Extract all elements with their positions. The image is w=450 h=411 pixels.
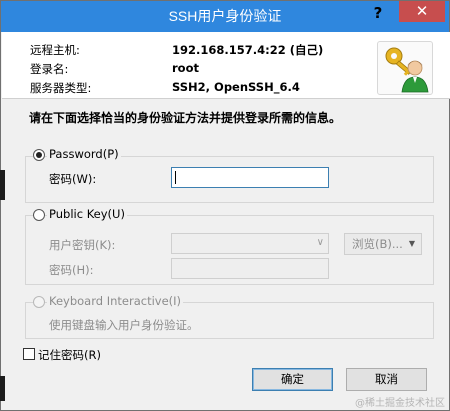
watermark: @稀土掘金技术社区 xyxy=(355,398,445,409)
keyboard-interactive-description: 使用键盘输入用户身份验证。 xyxy=(49,318,199,332)
login-name-value: root xyxy=(172,61,199,75)
password-input[interactable] xyxy=(171,167,329,188)
title-bar[interactable]: SSH用户身份验证 ? ✕ xyxy=(1,1,449,32)
dropdown-triangle-icon: ▼ xyxy=(408,239,415,248)
ssh-auth-dialog: SSH用户身份验证 ? ✕ 远程主机: 192.168.157.4:22 (自己… xyxy=(0,0,450,411)
remember-password-checkbox[interactable] xyxy=(23,348,35,360)
passphrase-label: 密码(H): xyxy=(49,263,94,277)
password-radio[interactable] xyxy=(33,149,45,161)
remote-host-value: 192.168.157.4:22 (自己) xyxy=(172,43,324,57)
chevron-down-icon: ∨ xyxy=(316,237,324,248)
keyboard-interactive-label: Keyboard Interactive(I) xyxy=(47,294,184,308)
user-key-label: 用户密钥(K): xyxy=(49,238,116,252)
public-key-radio-label: Public Key(U) xyxy=(47,207,127,221)
close-button[interactable]: ✕ xyxy=(399,1,445,22)
ok-button[interactable]: 确定 xyxy=(252,368,333,391)
user-key-select[interactable]: ∨ xyxy=(171,233,329,254)
password-field-label: 密码(W): xyxy=(49,172,97,186)
instruction-text: 请在下面选择恰当的身份验证方法并提供登录所需的信息。 xyxy=(29,111,342,125)
remember-password-label: 记住密码(R) xyxy=(38,348,101,362)
keyboard-interactive-radio[interactable] xyxy=(33,296,45,308)
browse-button-label: 浏览(B)... xyxy=(352,237,403,251)
text-caret xyxy=(175,171,176,184)
help-button[interactable]: ? xyxy=(363,1,393,23)
key-user-icon xyxy=(377,41,433,95)
background-window-edge xyxy=(0,170,5,200)
server-type-label: 服务器类型: xyxy=(30,81,92,95)
server-type-value: SSH2, OpenSSH_6.4 xyxy=(172,80,300,94)
public-key-radio[interactable] xyxy=(33,209,45,221)
passphrase-input[interactable] xyxy=(171,258,329,279)
password-radio-label: Password(P) xyxy=(47,147,121,161)
connection-info-panel: 远程主机: 192.168.157.4:22 (自己) 登录名: root 服务… xyxy=(2,32,450,99)
login-name-label: 登录名: xyxy=(30,62,69,76)
remote-host-label: 远程主机: xyxy=(30,43,80,57)
background-window-edge-lower xyxy=(0,376,5,401)
browse-button[interactable]: 浏览(B)... ▼ xyxy=(344,233,422,255)
cancel-button[interactable]: 取消 xyxy=(346,368,427,391)
